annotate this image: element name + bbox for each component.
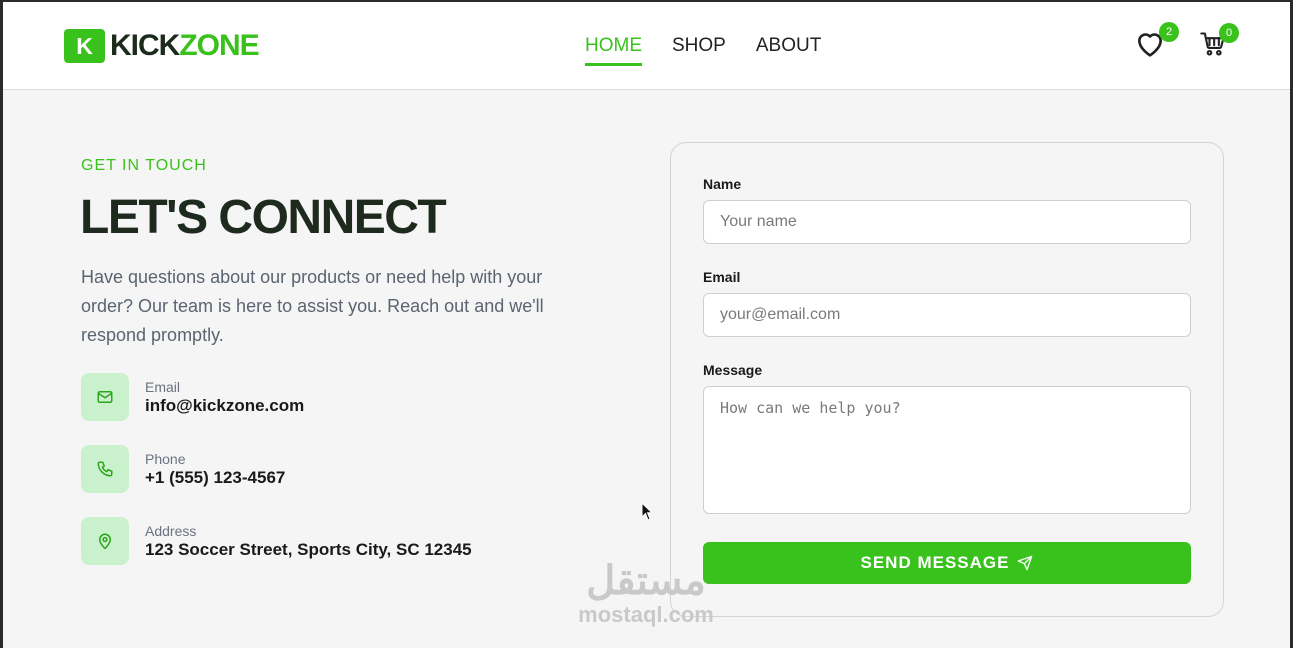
contact-email-label: Email <box>145 379 181 395</box>
logo[interactable]: K KICKZONE <box>64 29 260 63</box>
cart-button[interactable]: 0 <box>1199 23 1239 60</box>
contact-phone-item: Phone +1 (555) 123-4567 <box>81 445 285 493</box>
cart-count-badge: 0 <box>1219 23 1239 43</box>
contact-address-label: Address <box>145 523 197 539</box>
logo-text: KICKZONE <box>110 29 260 63</box>
contact-email-item: Email info@kickzone.com <box>81 373 304 421</box>
site-header: K KICKZONE HOME SHOP ABOUT 2 0 <box>3 2 1290 90</box>
watermark-arabic: مستقل <box>586 559 706 603</box>
window-frame-left <box>0 0 3 648</box>
watermark-latin: mostaql.com <box>578 602 714 627</box>
logo-badge: K <box>64 29 105 63</box>
contact-phone-value: +1 (555) 123-4567 <box>145 468 286 487</box>
email-input[interactable] <box>703 293 1191 337</box>
message-textarea[interactable] <box>703 386 1191 514</box>
watermark: مستقل mostaql.com <box>566 558 726 626</box>
send-message-label: SEND MESSAGE <box>860 553 1010 572</box>
phone-icon <box>81 445 129 493</box>
main-nav: HOME SHOP ABOUT <box>585 35 821 66</box>
contact-address-item: Address 123 Soccer Street, Sports City, … <box>81 517 472 565</box>
name-label: Name <box>703 176 742 192</box>
map-pin-icon <box>81 517 129 565</box>
nav-about[interactable]: ABOUT <box>756 35 821 66</box>
contact-phone-label: Phone <box>145 451 186 467</box>
email-label: Email <box>703 269 741 285</box>
section-description: Have questions about our products or nee… <box>81 267 544 345</box>
mouse-cursor-icon <box>641 502 654 521</box>
page-title: LET'S CONNECT <box>80 191 447 244</box>
name-input[interactable] <box>703 200 1191 244</box>
section-eyebrow: GET IN TOUCH <box>81 157 207 174</box>
message-label: Message <box>703 362 763 378</box>
send-icon <box>1018 555 1033 571</box>
contact-email-value: info@kickzone.com <box>145 396 305 415</box>
mail-icon <box>81 373 129 421</box>
nav-home[interactable]: HOME <box>585 35 642 66</box>
send-message-button[interactable]: SEND MESSAGE <box>703 542 1191 584</box>
logo-text-zone: ZONE <box>179 29 259 62</box>
contact-form: Name Email Message SEND MESSAGE <box>670 142 1224 617</box>
wishlist-count-badge: 2 <box>1159 22 1179 42</box>
wishlist-button[interactable]: 2 <box>1133 22 1179 62</box>
nav-shop[interactable]: SHOP <box>672 35 726 66</box>
contact-address-value: 123 Soccer Street, Sports City, SC 12345 <box>145 540 472 559</box>
logo-text-kick: KICK <box>110 29 180 62</box>
